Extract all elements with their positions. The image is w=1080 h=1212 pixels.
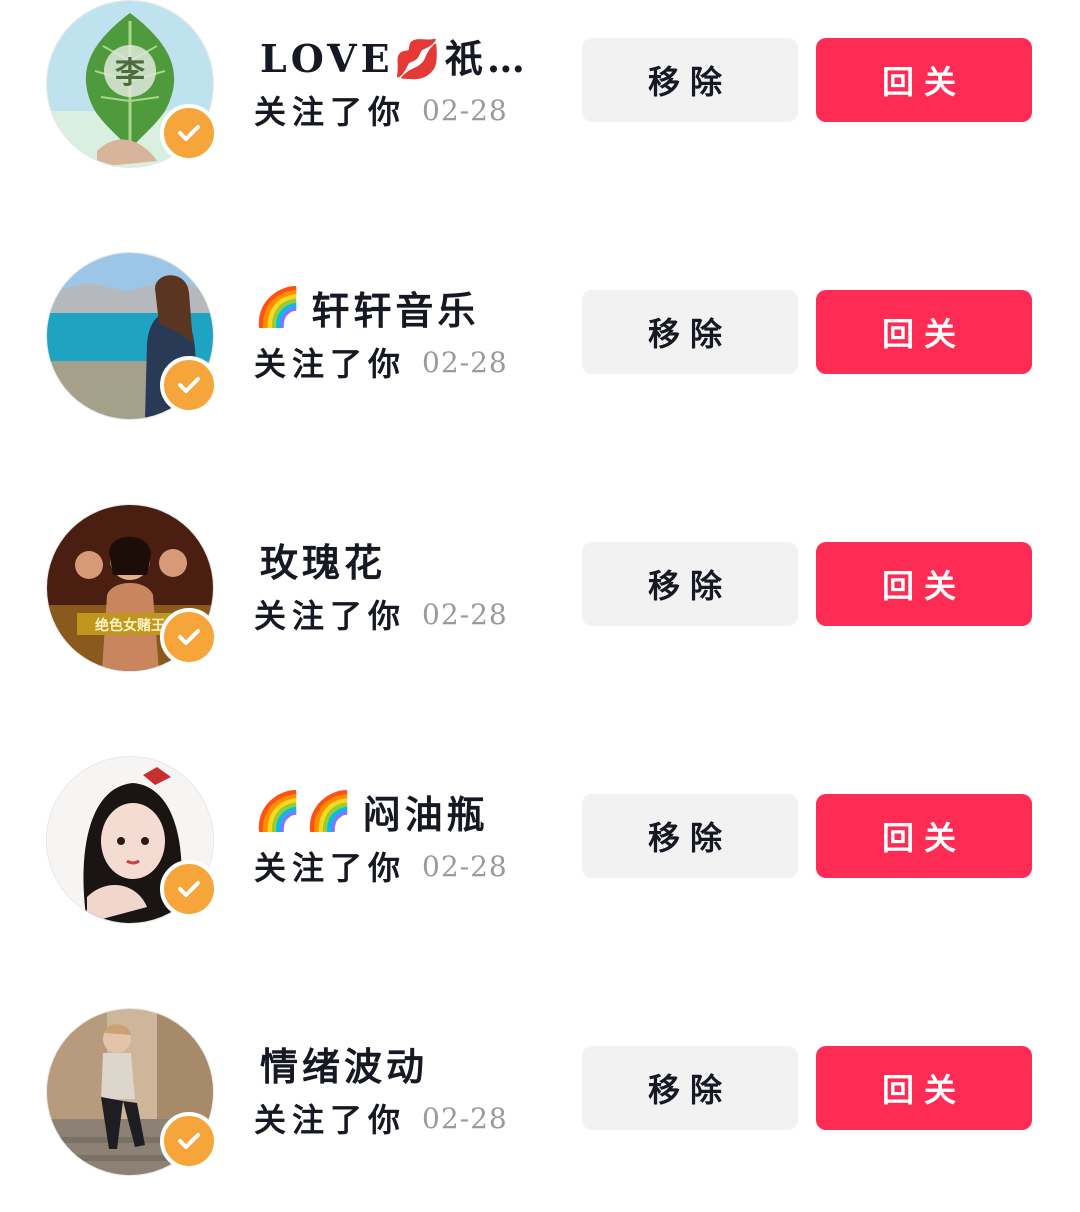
avatar[interactable]: 绝色女赌王 [46, 504, 218, 672]
follow-back-button[interactable]: 回关 [816, 1046, 1032, 1130]
follower-name-text: 情绪波动 [260, 1043, 429, 1089]
follow-back-button[interactable]: 回关 [816, 542, 1032, 626]
follow-status: 关注了你 [254, 597, 407, 635]
follower-name[interactable]: LOVE💋祇… [254, 30, 529, 81]
follower-name-text: LOVE💋祇… [260, 35, 529, 81]
follower-row[interactable]: 🌈🌈 闷油瓶 关注了你 02-28 移除 回关 [0, 756, 1080, 956]
follow-status: 关注了你 [254, 345, 407, 383]
rainbow-icon: 🌈🌈 [254, 788, 357, 833]
follower-row[interactable]: 🌈 轩轩音乐 关注了你 02-28 移除 回关 [0, 252, 1080, 452]
follower-list: 李 LOVE💋祇… 关注了你 02-28 移除 回关 🌈 轩轩音乐 关注了你 0… [0, 0, 1080, 1212]
follow-back-button[interactable]: 回关 [816, 290, 1032, 374]
follow-meta: 关注了你 02-28 [254, 846, 508, 887]
svg-text:李: 李 [115, 56, 145, 91]
follower-name[interactable]: 🌈 轩轩音乐 [254, 282, 480, 333]
avatar[interactable] [46, 756, 218, 924]
follow-meta: 关注了你 02-28 [254, 1098, 508, 1139]
follow-meta: 关注了你 02-28 [254, 90, 508, 131]
rainbow-icon: 🌈 [254, 284, 306, 329]
follower-row[interactable]: 李 LOVE💋祇… 关注了你 02-28 移除 回关 [0, 0, 1080, 200]
follow-status: 关注了你 [254, 93, 407, 131]
follow-status: 关注了你 [254, 849, 407, 887]
remove-button[interactable]: 移除 [582, 542, 798, 626]
remove-button[interactable]: 移除 [582, 1046, 798, 1130]
follow-status: 关注了你 [254, 1101, 407, 1139]
follower-name-text: 闷油瓶 [362, 791, 489, 837]
check-badge-icon [160, 860, 218, 918]
remove-button[interactable]: 移除 [582, 38, 798, 122]
follow-date: 02-28 [422, 849, 508, 883]
follower-row[interactable]: 绝色女赌王 玫瑰花 关注了你 02-28 移除 回关 [0, 504, 1080, 704]
check-badge-icon [160, 356, 218, 414]
follower-row[interactable]: 情绪波动 关注了你 02-28 移除 回关 [0, 1008, 1080, 1208]
follower-name[interactable]: 玫瑰花 [254, 534, 387, 585]
avatar[interactable] [46, 252, 218, 420]
check-badge-icon [160, 1112, 218, 1170]
follower-name[interactable]: 🌈🌈 闷油瓶 [254, 786, 489, 837]
follow-meta: 关注了你 02-28 [254, 594, 508, 635]
follow-date: 02-28 [422, 597, 508, 631]
follow-date: 02-28 [422, 1101, 508, 1135]
follow-back-button[interactable]: 回关 [816, 794, 1032, 878]
follow-meta: 关注了你 02-28 [254, 342, 508, 383]
avatar[interactable]: 李 [46, 0, 218, 168]
follow-back-button[interactable]: 回关 [816, 38, 1032, 122]
follow-date: 02-28 [422, 345, 508, 379]
follower-name-text: 轩轩音乐 [311, 287, 480, 333]
avatar[interactable] [46, 1008, 218, 1176]
svg-text:绝色女赌王: 绝色女赌王 [95, 617, 165, 634]
check-badge-icon [160, 104, 218, 162]
remove-button[interactable]: 移除 [582, 794, 798, 878]
check-badge-icon [160, 608, 218, 666]
remove-button[interactable]: 移除 [582, 290, 798, 374]
follower-name-text: 玫瑰花 [260, 539, 387, 585]
follower-name[interactable]: 情绪波动 [254, 1038, 429, 1089]
follow-date: 02-28 [422, 93, 508, 127]
